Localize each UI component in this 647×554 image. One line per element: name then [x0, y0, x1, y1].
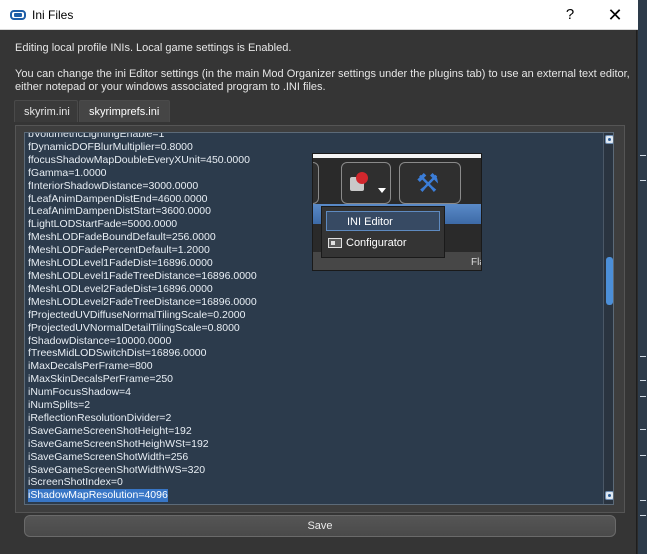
- editor-line[interactable]: fShadowDistance=10000.0000: [28, 335, 257, 348]
- inset-clipped-text: Fla: [471, 257, 481, 268]
- configurator-icon: [328, 238, 342, 248]
- tools-icon: ⚒: [416, 168, 440, 198]
- editor-line[interactable]: iNumSplits=2: [28, 399, 257, 412]
- editor-line[interactable]: iSaveGameScreenShotWidthWS=320: [28, 464, 257, 477]
- editor-line[interactable]: fGamma=1.0000: [28, 167, 257, 180]
- close-button[interactable]: ✕: [604, 5, 626, 25]
- editor-line-selected[interactable]: iShadowMapResolution=4096: [28, 489, 168, 503]
- app-icon: [10, 10, 26, 20]
- window-title: Ini Files: [32, 8, 74, 22]
- tab-skyrim-ini[interactable]: skyrim.ini: [14, 100, 78, 122]
- editor-line[interactable]: fMeshLODFadeBoundDefault=256.0000: [28, 231, 257, 244]
- editor-line[interactable]: iSaveGameScreenShotHeighWSt=192: [28, 438, 257, 451]
- ini-text-editor[interactable]: bVolumetricLightingEnable=1 fDynamicDOFBl…: [24, 132, 614, 505]
- chevron-down-icon: [378, 188, 386, 193]
- editor-line[interactable]: fMeshLODLevel2FadeTreeDistance=16896.000…: [28, 296, 257, 309]
- help-button[interactable]: ?: [560, 5, 580, 25]
- editor-line[interactable]: iMaxDecalsPerFrame=800: [28, 360, 257, 373]
- menu-item-ini-editor: INI Editor: [326, 211, 440, 231]
- editor-line[interactable]: fDynamicDOFBlurMultiplier=0.8000: [28, 141, 257, 154]
- editor-line[interactable]: bVolumetricLightingEnable=1: [28, 133, 257, 141]
- editor-line[interactable]: iSaveGameScreenShotWidth=256: [28, 451, 257, 464]
- profile-status-text: Editing local profile INIs. Local game s…: [15, 42, 292, 54]
- editor-line[interactable]: iMaxSkinDecalsPerFrame=250: [28, 373, 257, 386]
- background-window-edge: [638, 0, 647, 554]
- editor-settings-hint: You can change the ini Editor settings (…: [15, 68, 630, 93]
- editor-line[interactable]: fProjectedUVNormalDetailTilingScale=0.80…: [28, 322, 257, 335]
- plugin-menu-screenshot: ⚒ Fla INI Editor Configurator: [312, 153, 482, 271]
- editor-line[interactable]: fMeshLODLevel1FadeTreeDistance=16896.000…: [28, 270, 257, 283]
- editor-line[interactable]: iNumFocusShadow=4: [28, 386, 257, 399]
- menu-item-configurator: Configurator: [326, 233, 440, 253]
- editor-vertical-scrollbar[interactable]: [603, 133, 613, 504]
- editor-line[interactable]: ffocusShadowMapDoubleEveryXUnit=450.0000: [28, 154, 257, 167]
- editor-line[interactable]: fLightLODStartFade=5000.0000: [28, 218, 257, 231]
- inset-top-strip: [313, 154, 481, 158]
- editor-line[interactable]: fLeafAnimDampenDistEnd=4600.0000: [28, 193, 257, 206]
- editor-line[interactable]: fMeshLODLevel1FadeDist=16896.0000: [28, 257, 257, 270]
- save-button[interactable]: Save: [24, 515, 616, 537]
- menu-item-configurator-label: Configurator: [346, 237, 407, 249]
- tools-toolbar-button: ⚒: [399, 162, 461, 204]
- plugins-toolbar-button: [341, 162, 391, 204]
- editor-line[interactable]: iSaveGameScreenShotHeight=192: [28, 425, 257, 438]
- editor-line[interactable]: fTreesMidLODSwitchDist=16896.0000: [28, 347, 257, 360]
- editor-frame: bVolumetricLightingEnable=1 fDynamicDOFBl…: [15, 125, 625, 513]
- editor-line[interactable]: fInteriorShadowDistance=3000.0000: [28, 180, 257, 193]
- scroll-up-button[interactable]: [605, 135, 613, 144]
- editor-line[interactable]: fLeafAnimDampenDistStart=3600.0000: [28, 205, 257, 218]
- ini-files-dialog: Editing local profile INIs. Local game s…: [0, 30, 637, 554]
- scroll-thumb[interactable]: [606, 257, 613, 305]
- title-bar: Ini Files ? ✕: [0, 0, 640, 30]
- editor-lines: bVolumetricLightingEnable=1 fDynamicDOFBl…: [28, 133, 257, 503]
- editor-line[interactable]: fMeshLODLevel2FadeDist=16896.0000: [28, 283, 257, 296]
- toolbar-button-partial: [313, 162, 319, 204]
- plugin-icon: [350, 172, 372, 192]
- scroll-down-button[interactable]: [605, 491, 613, 500]
- editor-line[interactable]: iScreenShotIndex=0: [28, 476, 257, 489]
- editor-line[interactable]: fMeshLODFadePercentDefault=1.2000: [28, 244, 257, 257]
- editor-line[interactable]: iReflectionResolutionDivider=2: [28, 412, 257, 425]
- plugin-dropdown-menu: INI Editor Configurator: [321, 206, 445, 258]
- editor-line[interactable]: fProjectedUVDiffuseNormalTilingScale=0.2…: [28, 309, 257, 322]
- tab-skyrimprefs-ini[interactable]: skyrimprefs.ini: [79, 100, 170, 122]
